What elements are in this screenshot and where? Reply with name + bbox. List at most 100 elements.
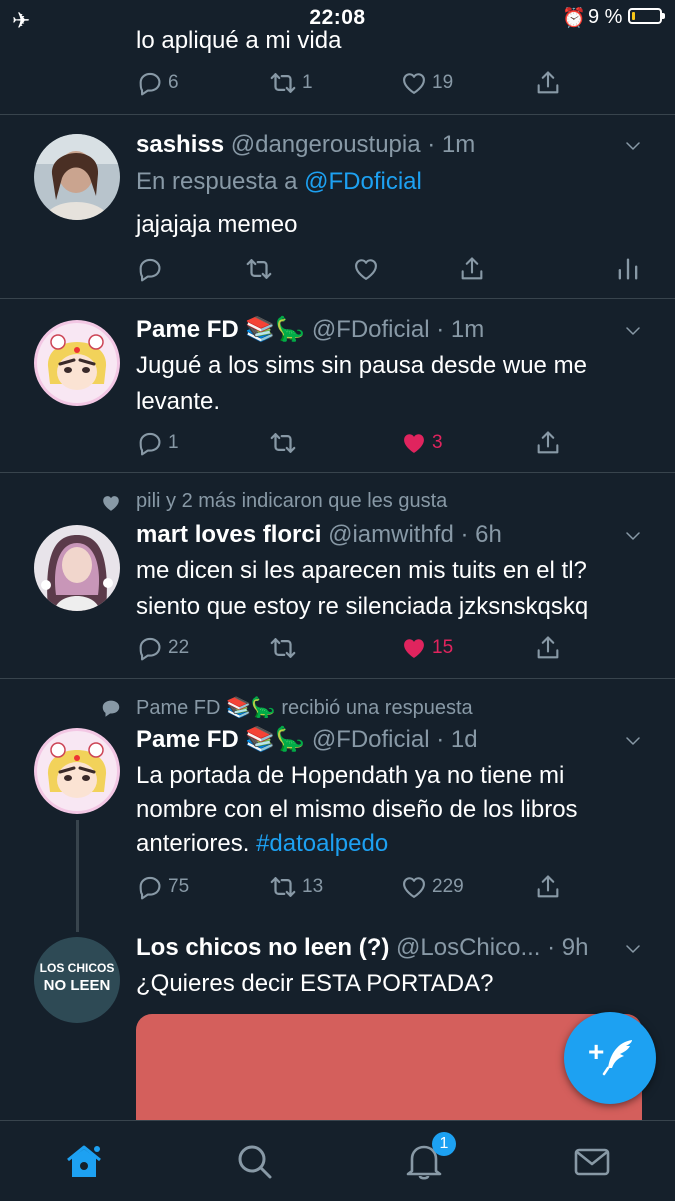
heart-icon (400, 873, 428, 901)
like-button[interactable] (352, 252, 380, 286)
like-button[interactable]: 19 (400, 66, 453, 100)
tweet-text-line: levante. (136, 388, 221, 415)
retweet-button[interactable]: 13 (268, 870, 323, 904)
chevron-down-icon[interactable] (624, 732, 642, 750)
chevron-down-icon[interactable] (624, 322, 642, 340)
like-count: 19 (432, 72, 454, 93)
tweet-text: jajajaja memeo (136, 211, 298, 238)
reply-button[interactable]: 1 (136, 426, 179, 460)
avatar-text: NO LEEN (43, 977, 111, 994)
share-icon (534, 634, 562, 662)
heart-icon (400, 69, 428, 97)
avatar[interactable] (34, 134, 120, 220)
user-name[interactable]: Pame FD 📚🦕 (136, 316, 305, 343)
tweet-header: Los chicos no leen (?) @LosChico... · 9h (136, 934, 589, 961)
like-button[interactable]: 15 (400, 631, 453, 665)
heart-filled-icon (400, 429, 428, 457)
hashtag-link[interactable]: #datoalpedo (256, 830, 388, 857)
tweet-actions: 6 1 19 (136, 66, 636, 100)
like-button[interactable]: 3 (400, 426, 443, 460)
user-handle: @LosChico... (396, 934, 541, 961)
share-button[interactable] (458, 252, 486, 286)
messages-icon[interactable] (572, 1141, 612, 1181)
share-button[interactable] (534, 426, 562, 460)
divider (0, 472, 675, 473)
context-name: Pame FD 📚🦕 (136, 697, 276, 719)
retweet-button[interactable] (268, 631, 298, 665)
reply-icon (136, 634, 164, 662)
chevron-down-icon[interactable] (624, 527, 642, 545)
heart-small-icon (103, 496, 119, 511)
home-icon[interactable] (64, 1141, 104, 1181)
reply-context: En respuesta a @FDoficial (136, 165, 422, 199)
avatar[interactable] (34, 728, 120, 814)
user-name[interactable]: Pame FD 📚🦕 (136, 726, 305, 753)
retweet-icon (244, 254, 274, 284)
reply-icon (136, 255, 164, 283)
battery-icon (628, 8, 665, 24)
tweet-text-line: nombre con el mismo diseño de los libros (136, 796, 578, 823)
feather-icon (602, 1040, 632, 1076)
retweet-button[interactable] (244, 252, 274, 286)
avatar-text: LOS CHICOS (39, 961, 115, 975)
retweet-icon (268, 872, 298, 902)
tweet-header: mart loves florci @iamwithfd · 6h (136, 521, 502, 548)
search-icon[interactable] (234, 1141, 274, 1181)
user-name[interactable]: mart loves florci (136, 521, 321, 548)
tweet-time: 1m (441, 131, 476, 158)
reply-icon (136, 429, 164, 457)
reply-count: 75 (168, 876, 190, 897)
compose-tweet-button[interactable]: + (564, 1012, 656, 1104)
avatar[interactable] (34, 320, 120, 406)
tweet-text-line: anteriores. #datoalpedo (136, 827, 388, 861)
battery-percent: 9 % (588, 6, 623, 28)
reply-button[interactable]: 22 (136, 631, 189, 665)
tweet-actions: 1 3 (136, 426, 636, 460)
share-icon (534, 69, 562, 97)
reply-button[interactable] (136, 252, 164, 286)
tweet-actions: 75 13 229 (136, 870, 636, 904)
tweet-time: 1d (450, 726, 478, 753)
share-button[interactable] (534, 66, 562, 100)
stats-icon (614, 255, 642, 283)
social-context[interactable]: Pame FD 📚🦕 recibió una respuesta (136, 695, 473, 720)
social-context[interactable]: pili y 2 más indicaron que les gusta (136, 490, 447, 513)
tweet-header: Pame FD 📚🦕 @FDoficial · 1m (136, 316, 485, 343)
reply-button[interactable]: 75 (136, 870, 189, 904)
reply-bubble-icon (102, 700, 120, 717)
tweet-time: 9h (561, 934, 589, 961)
like-button[interactable]: 229 (400, 870, 464, 904)
like-count: 3 (432, 432, 443, 453)
tweet-header: Pame FD 📚🦕 @FDoficial · 1d (136, 726, 478, 753)
tweet-text-line: siento que estoy re silenciada jzksnskqs… (136, 593, 589, 620)
tweet-text-plain: anteriores. (136, 830, 257, 857)
chevron-down-icon[interactable] (624, 940, 642, 958)
share-icon (458, 255, 486, 283)
reply-button[interactable]: 6 (136, 66, 179, 100)
retweet-icon (268, 633, 298, 663)
share-icon (534, 429, 562, 457)
tweet-actions (136, 252, 636, 286)
share-button[interactable] (534, 631, 562, 665)
thread-connector (76, 820, 79, 932)
tweet-text: lo apliqué a mi vida (136, 27, 342, 54)
tweet-text-line: La portada de Hopendath ya no tiene mi (136, 762, 565, 789)
user-name[interactable]: sashiss (136, 131, 224, 158)
avatar[interactable]: LOS CHICOS NO LEEN (34, 937, 120, 1023)
retweet-button[interactable]: 1 (268, 66, 313, 100)
reply-to-handle[interactable]: @FDoficial (304, 168, 422, 195)
tweet-actions: 22 15 (136, 631, 636, 665)
chevron-down-icon[interactable] (624, 137, 642, 155)
analytics-button[interactable] (614, 252, 642, 286)
tweet-time: 6h (475, 521, 502, 548)
tweet-time: 1m (450, 316, 485, 343)
avatar[interactable] (34, 525, 120, 611)
share-button[interactable] (534, 870, 562, 904)
retweet-button[interactable] (268, 426, 298, 460)
heart-icon (352, 255, 380, 283)
context-suffix: recibió una respuesta (281, 697, 473, 719)
like-count: 229 (432, 876, 464, 897)
user-name[interactable]: Los chicos no leen (?) (136, 934, 389, 961)
alarm-clock-icon: ⏰ (562, 8, 586, 29)
user-handle: @iamwithfd (328, 521, 454, 548)
